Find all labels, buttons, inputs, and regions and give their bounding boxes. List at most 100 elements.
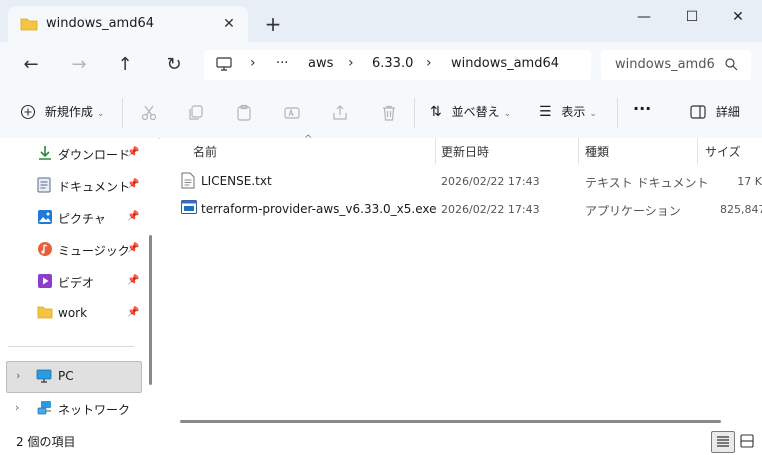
- document-icon: [37, 177, 51, 196]
- share-icon[interactable]: [331, 104, 351, 124]
- tiles-view-button[interactable]: [736, 431, 758, 451]
- refresh-button[interactable]: ↻: [162, 54, 186, 76]
- status-bar: 2 個の項目: [0, 428, 762, 455]
- column-divider[interactable]: [578, 138, 579, 164]
- search-box[interactable]: windows_amd6: [601, 50, 751, 80]
- column-divider[interactable]: [435, 138, 436, 164]
- item-count: 2 個の項目: [16, 435, 76, 449]
- computer-icon: [216, 57, 232, 74]
- column-header-size[interactable]: サイズ: [705, 143, 741, 160]
- back-button[interactable]: ←: [19, 54, 43, 76]
- details-pane-button[interactable]: 詳細: [690, 103, 740, 123]
- title-bar: windows_amd64 ✕ + — ☐ ✕: [0, 0, 762, 42]
- sidebar-item-label: ピクチャ: [58, 212, 106, 226]
- sidebar-divider: [8, 346, 134, 347]
- details-view-button[interactable]: [711, 431, 735, 453]
- details-pane-label: 詳細: [715, 105, 740, 119]
- sidebar-item-label: work: [58, 306, 88, 320]
- sidebar-item-documents[interactable]: ドキュメント 📌: [0, 171, 158, 199]
- file-explorer-window: windows_amd64 ✕ + — ☐ ✕ ← → ↑ ↻ › ··· aw…: [0, 0, 762, 455]
- up-button[interactable]: ↑: [113, 54, 137, 76]
- file-size: 17 K: [737, 175, 762, 188]
- close-button[interactable]: ✕: [718, 6, 758, 28]
- pin-icon[interactable]: 📌: [127, 307, 139, 318]
- navigation-bar: ← → ↑ ↻ › ··· aws › 6.33.0 › windows_amd…: [0, 42, 762, 88]
- copy-icon[interactable]: [187, 104, 207, 124]
- address-bar[interactable]: › ··· aws › 6.33.0 › windows_amd64: [204, 50, 591, 80]
- sidebar-item-label: ドキュメント: [58, 180, 131, 194]
- pin-icon[interactable]: 📌: [127, 275, 139, 286]
- new-button[interactable]: 新規作成 ⌄: [20, 103, 104, 123]
- new-tab-button[interactable]: +: [262, 13, 284, 35]
- sidebar-item-label: ミュージック: [58, 244, 130, 258]
- breadcrumb-windows-amd64[interactable]: windows_amd64: [451, 56, 559, 71]
- tab-windows-amd64[interactable]: windows_amd64 ✕: [8, 6, 248, 42]
- horizontal-scrollbar[interactable]: [180, 420, 721, 423]
- text-file-icon: [181, 172, 195, 192]
- view-list-icon: ☰: [539, 104, 552, 120]
- folder-icon: [20, 17, 38, 34]
- more-options-button[interactable]: ···: [633, 99, 651, 119]
- new-button-label: 新規作成: [44, 105, 93, 119]
- maximize-button[interactable]: ☐: [672, 6, 712, 28]
- video-icon: [37, 273, 53, 292]
- view-button[interactable]: ☰ 表示 ⌄: [539, 103, 597, 123]
- forward-button[interactable]: →: [67, 54, 91, 76]
- sidebar-item-work[interactable]: work 📌: [0, 299, 158, 327]
- file-list: ^ 名前 更新日時 種類 サイズ LICENSE.txt 2026/02/22 …: [160, 134, 762, 428]
- sort-button[interactable]: ⇅ 並べ替え ⌄: [430, 103, 511, 123]
- pin-icon[interactable]: 📌: [127, 211, 139, 222]
- file-type: テキスト ドキュメント: [585, 176, 709, 190]
- view-button-label: 表示: [561, 105, 586, 119]
- table-row[interactable]: LICENSE.txt 2026/02/22 17:43 テキスト ドキュメント…: [160, 167, 762, 195]
- sidebar-item-network[interactable]: › ネットワーク: [0, 394, 158, 422]
- details-pane-icon: [690, 105, 706, 119]
- sidebar-item-pc[interactable]: › PC: [6, 361, 142, 393]
- breadcrumb-version[interactable]: 6.33.0: [372, 56, 413, 71]
- sort-ascending-icon: ^: [304, 134, 313, 145]
- sort-button-label: 並べ替え: [451, 105, 500, 119]
- search-input[interactable]: windows_amd6: [615, 57, 723, 72]
- chevron-down-icon: ⌄: [503, 109, 512, 119]
- sidebar-item-downloads[interactable]: ダウンロード 📌: [0, 139, 158, 167]
- exe-file-icon: [181, 200, 197, 217]
- pin-icon[interactable]: 📌: [127, 243, 139, 254]
- tab-close-button[interactable]: ✕: [220, 15, 238, 33]
- column-divider[interactable]: [697, 138, 698, 164]
- sidebar-item-label: ネットワーク: [58, 403, 131, 417]
- sort-icon: ⇅: [430, 104, 442, 120]
- picture-icon: [37, 209, 53, 228]
- music-icon: [37, 241, 53, 260]
- toolbar-divider: [414, 98, 415, 128]
- minimize-button[interactable]: —: [624, 6, 664, 28]
- sidebar-scrollbar[interactable]: [149, 235, 152, 385]
- paste-icon[interactable]: [235, 104, 255, 124]
- file-name: LICENSE.txt: [201, 174, 272, 188]
- chevron-right-icon[interactable]: ›: [16, 369, 20, 382]
- pin-icon[interactable]: 📌: [127, 179, 139, 190]
- chevron-right-icon[interactable]: ›: [15, 401, 19, 414]
- plus-circle-icon: [20, 104, 36, 120]
- breadcrumb-aws[interactable]: aws: [308, 56, 333, 71]
- sidebar-item-pictures[interactable]: ピクチャ 📌: [0, 203, 158, 231]
- tab-title: windows_amd64: [46, 16, 155, 31]
- table-row[interactable]: terraform-provider-aws_v6.33.0_x5.exe 20…: [160, 195, 762, 223]
- command-bar: 新規作成 ⌄ ⇅ 並べ替え ⌄ ☰ 表示 ⌄ ··· 詳細: [0, 88, 762, 139]
- sidebar-item-label: ダウンロード: [58, 148, 131, 162]
- sidebar-item-label: ビデオ: [58, 276, 95, 290]
- sidebar-item-videos[interactable]: ビデオ 📌: [0, 267, 158, 295]
- sidebar-item-music[interactable]: ミュージック 📌: [0, 235, 158, 263]
- column-header-name[interactable]: 名前: [193, 143, 217, 160]
- column-header-type[interactable]: 種類: [585, 143, 609, 160]
- breadcrumb-overflow[interactable]: ···: [276, 56, 288, 71]
- pin-icon[interactable]: 📌: [127, 147, 139, 158]
- delete-icon[interactable]: [380, 104, 400, 124]
- tiles-view-icon: [740, 434, 754, 448]
- rename-icon[interactable]: [283, 104, 303, 124]
- file-size: 825,847 K: [720, 203, 762, 216]
- column-header-modified[interactable]: 更新日時: [441, 143, 489, 160]
- download-icon: [37, 145, 53, 164]
- cut-icon[interactable]: [140, 104, 160, 124]
- chevron-right-icon: ›: [250, 55, 256, 71]
- file-name: terraform-provider-aws_v6.33.0_x5.exe: [201, 202, 437, 216]
